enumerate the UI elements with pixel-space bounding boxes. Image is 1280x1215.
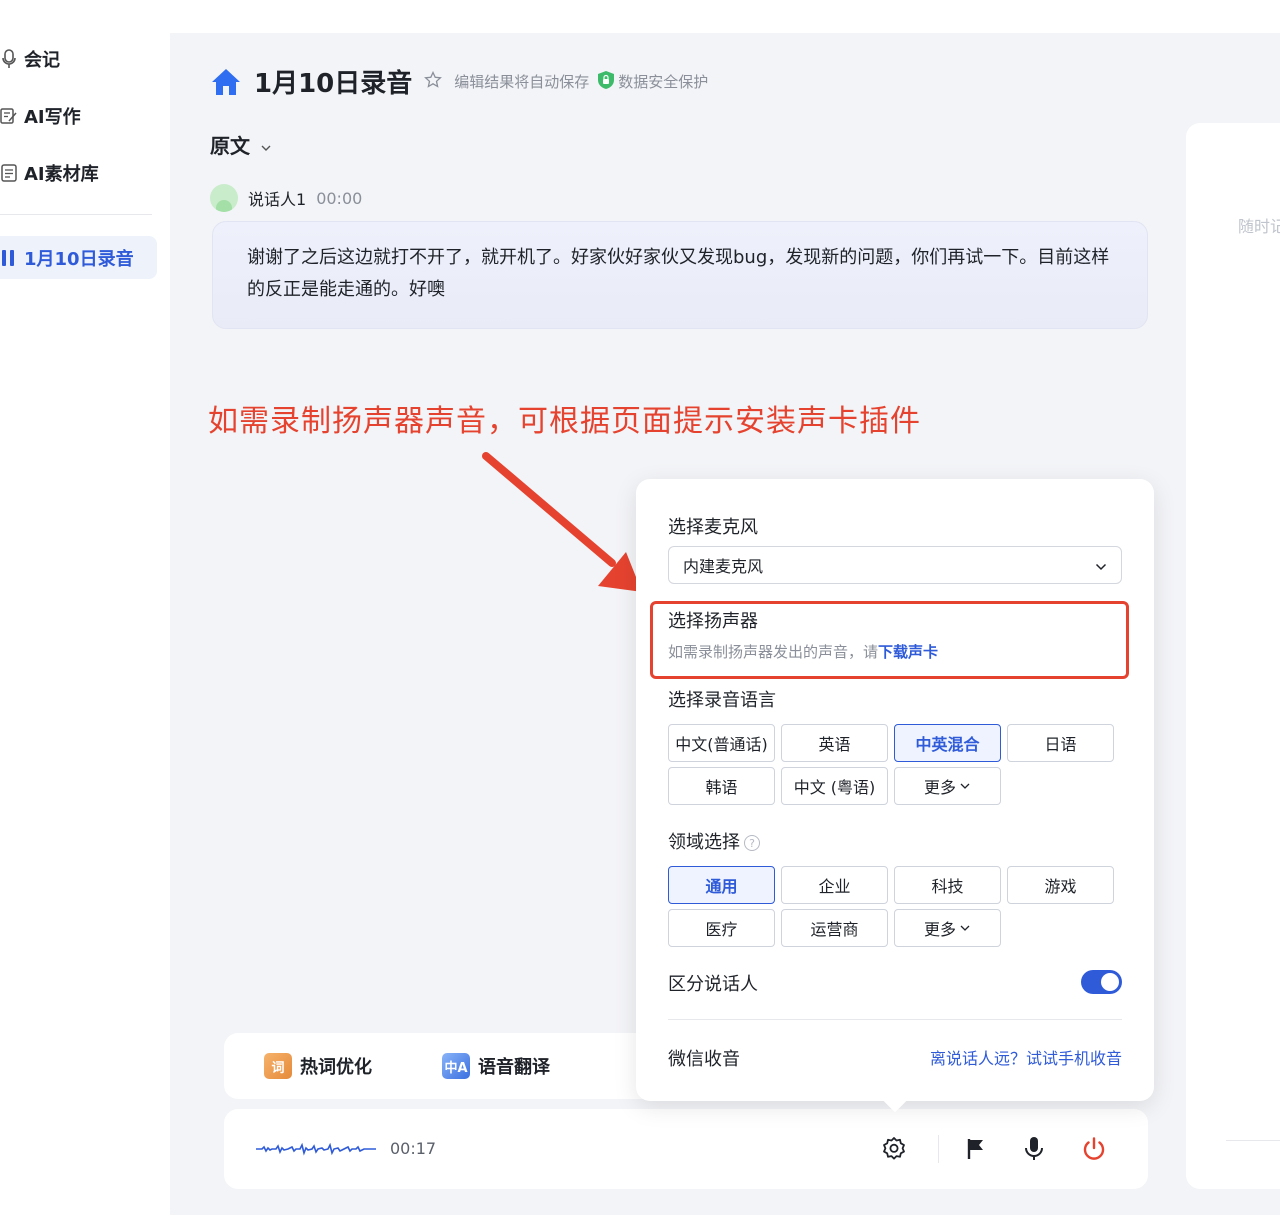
chevron-down-icon xyxy=(960,783,970,789)
domain-option[interactable]: 医疗 xyxy=(668,909,775,947)
domain-label-row: 领域选择? xyxy=(668,828,760,854)
language-option-selected[interactable]: 中英混合 xyxy=(894,724,1001,762)
flag-icon[interactable] xyxy=(960,1133,992,1165)
hotword-icon: 词 xyxy=(264,1053,292,1079)
recording-pause-icon xyxy=(2,249,14,266)
domain-option[interactable]: 企业 xyxy=(781,866,888,904)
popover-divider xyxy=(668,1019,1122,1020)
phone-capture-link[interactable]: 离说话人远？试试手机收音 xyxy=(930,1045,1122,1069)
hotword-optimize-button[interactable]: 词 热词优化 xyxy=(264,1053,372,1079)
domain-option[interactable]: 科技 xyxy=(894,866,1001,904)
help-icon[interactable]: ? xyxy=(744,835,760,851)
speaker-hint: 如需录制扬声器发出的声音，请下载声卡 xyxy=(668,641,938,662)
elapsed-time: 00:17 xyxy=(390,1139,437,1158)
sidebar-item-ai-writing[interactable]: AI写作 xyxy=(0,103,81,129)
diarization-toggle[interactable] xyxy=(1081,970,1122,994)
chevron-down-icon xyxy=(1095,556,1107,575)
language-option[interactable]: 中文 (粤语) xyxy=(781,767,888,805)
library-icon xyxy=(0,163,18,183)
domain-option[interactable]: 游戏 xyxy=(1007,866,1114,904)
security-label: 数据安全保护 xyxy=(618,73,709,91)
recording-control-bar: 00:17 xyxy=(224,1109,1148,1189)
control-separator xyxy=(938,1135,939,1163)
edit-icon xyxy=(0,106,18,126)
sidebar-item-ai-library[interactable]: AI素材库 xyxy=(0,160,99,186)
domain-more-button[interactable]: 更多 xyxy=(894,909,1001,947)
view-mode-dropdown[interactable]: 原文 xyxy=(210,130,272,159)
view-mode-label: 原文 xyxy=(210,134,250,158)
microphone-icon xyxy=(0,49,18,69)
transcript-paragraph[interactable]: 谢谢了之后这边就打不开了，就开机了。好家伙好家伙又发现bug，发现新的问题，你们… xyxy=(212,221,1148,329)
notes-placeholder: 随时记 xyxy=(1238,217,1280,236)
sidebar-item-huiji[interactable]: 会记 xyxy=(0,46,60,72)
shield-icon xyxy=(597,70,615,94)
download-sound-card-link[interactable]: 下载声卡 xyxy=(878,643,938,661)
page-title[interactable]: 1月10日录音 xyxy=(254,63,412,100)
language-option[interactable]: 英语 xyxy=(781,724,888,762)
wechat-capture-label: 微信收音 xyxy=(668,1049,740,1070)
microphone-icon[interactable] xyxy=(1018,1133,1050,1165)
page-header: 1月10日录音 编辑结果将自动保存 数据安全保护 xyxy=(210,63,708,100)
domain-label: 领域选择 xyxy=(668,832,740,853)
language-more-label: 更多 xyxy=(923,778,956,797)
speaker-avatar xyxy=(210,184,238,212)
chevron-down-icon xyxy=(260,133,272,157)
sidebar-item-active-recording[interactable]: 1月10日录音 xyxy=(0,236,157,279)
home-icon[interactable] xyxy=(210,67,242,97)
sidebar: 会记 AI写作 AI素材库 1月10日录音 xyxy=(0,0,170,1215)
mic-select[interactable]: 内建麦克风 xyxy=(668,546,1122,584)
mic-select-value: 内建麦克风 xyxy=(683,557,764,576)
speaker-name[interactable]: 说话人1 xyxy=(248,186,306,210)
sidebar-item-label: AI写作 xyxy=(24,107,81,128)
translate-icon: 中A xyxy=(442,1053,470,1079)
chevron-down-icon xyxy=(960,925,970,931)
voice-translate-button[interactable]: 中A 语音翻译 xyxy=(442,1053,550,1079)
recording-settings-popover: 选择麦克风 内建麦克风 选择扬声器 如需录制扬声器发出的声音，请下载声卡 选择录… xyxy=(636,479,1154,1113)
speaker-select-label: 选择扬声器 xyxy=(668,611,758,632)
domain-option[interactable]: 运营商 xyxy=(781,909,888,947)
language-label: 选择录音语言 xyxy=(668,690,776,711)
mic-select-label: 选择麦克风 xyxy=(668,517,758,538)
autosave-status: 编辑结果将自动保存 xyxy=(454,73,590,91)
domain-more-label: 更多 xyxy=(923,920,956,939)
sidebar-divider xyxy=(0,214,152,215)
speaker-row: 说话人1 00:00 xyxy=(210,184,362,212)
annotation-text: 如需录制扬声器声音，可根据页面提示安装声卡插件 xyxy=(208,404,921,439)
power-stop-icon[interactable] xyxy=(1078,1133,1110,1165)
notes-panel[interactable]: 随时记 xyxy=(1186,123,1280,1189)
notes-divider xyxy=(1226,1140,1280,1141)
translate-label: 语音翻译 xyxy=(478,1057,550,1078)
star-icon[interactable] xyxy=(424,70,443,93)
feature-toolbar: 词 热词优化 中A 语音翻译 xyxy=(224,1033,664,1099)
language-more-button[interactable]: 更多 xyxy=(894,767,1001,805)
speaker-hint-text: 如需录制扬声器发出的声音，请 xyxy=(668,643,879,661)
settings-gear-icon[interactable] xyxy=(878,1133,910,1165)
sidebar-item-label: 会记 xyxy=(24,50,60,71)
language-option[interactable]: 中文(普通话) xyxy=(668,724,775,762)
diarization-label: 区分说话人 xyxy=(668,974,758,995)
domain-option-selected[interactable]: 通用 xyxy=(668,866,775,904)
sidebar-recording-label: 1月10日录音 xyxy=(24,248,134,270)
sidebar-item-label: AI素材库 xyxy=(24,164,99,185)
language-option[interactable]: 日语 xyxy=(1007,724,1114,762)
speaker-timestamp[interactable]: 00:00 xyxy=(316,189,362,208)
hotword-label: 热词优化 xyxy=(300,1057,372,1078)
waveform-icon xyxy=(256,1142,376,1156)
language-option[interactable]: 韩语 xyxy=(668,767,775,805)
